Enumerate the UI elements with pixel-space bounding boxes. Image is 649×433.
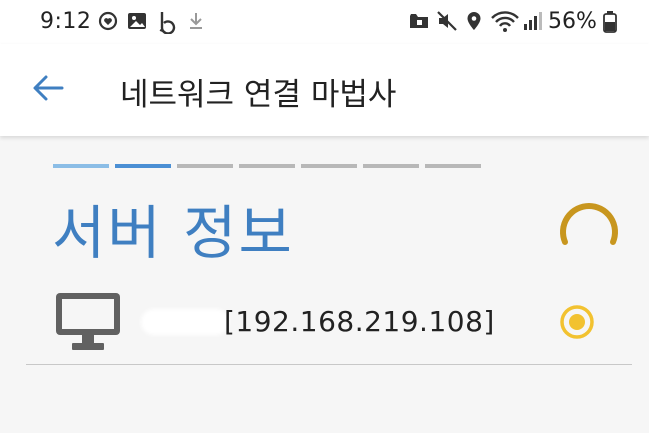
page-title: 서버 정보	[52, 199, 294, 267]
wizard-step	[425, 164, 481, 168]
signal-icon	[522, 10, 544, 36]
b-app-icon	[156, 10, 178, 38]
download-icon	[186, 10, 206, 36]
wizard-step	[115, 164, 171, 168]
server-list-item[interactable]: [192.168.219.108]	[26, 283, 632, 365]
server-radio-button[interactable]	[558, 303, 596, 341]
wizard-progress	[53, 164, 487, 169]
status-bar: 9:12 56%	[0, 0, 649, 44]
arrow-left-icon	[32, 74, 64, 106]
status-time: 9:12	[40, 9, 92, 34]
image-icon	[126, 10, 148, 36]
wifi-icon	[490, 10, 520, 38]
wizard-step	[301, 164, 357, 168]
battery-icon	[603, 10, 617, 38]
wizard-step	[53, 164, 109, 168]
wizard-step	[363, 164, 419, 168]
battery-percent: 56%	[548, 9, 597, 34]
loading-spinner-icon	[555, 198, 619, 262]
mute-icon	[436, 10, 458, 36]
app-bar: 네트워크 연결 마법사	[0, 44, 649, 136]
app-bar-title: 네트워크 연결 마법사	[120, 77, 397, 113]
server-address: [192.168.219.108]	[224, 305, 495, 338]
server-name-redacted	[141, 309, 229, 335]
folder-lock-icon	[408, 10, 430, 36]
monitor-icon	[54, 291, 122, 357]
wizard-step	[177, 164, 233, 168]
back-button[interactable]	[26, 68, 70, 112]
location-icon	[464, 10, 484, 36]
wizard-step	[239, 164, 295, 168]
heart-sync-icon	[98, 10, 118, 36]
